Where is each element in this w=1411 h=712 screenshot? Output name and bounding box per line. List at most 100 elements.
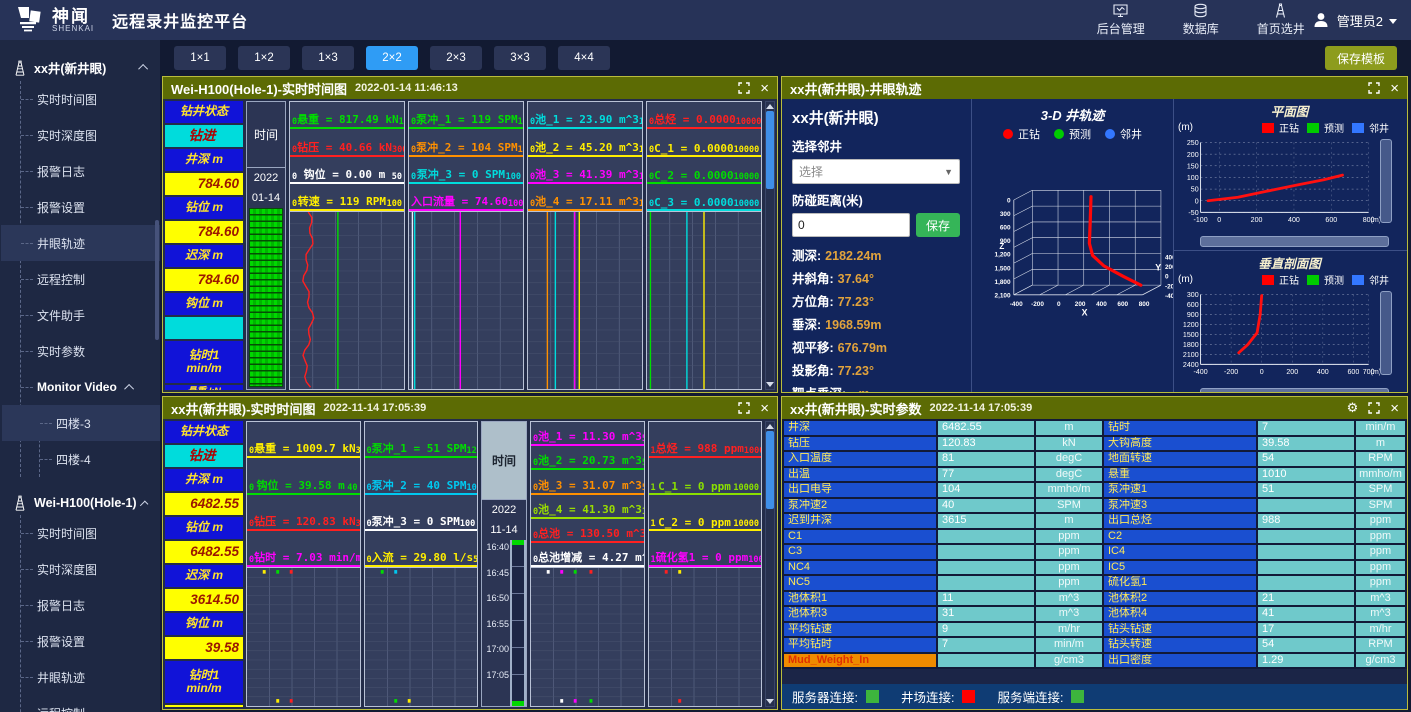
param-name: 钻头转速 <box>1104 638 1256 652</box>
curve-label: 池_3 = 31.07 m^3 <box>538 477 642 493</box>
layout-button-1x3[interactable]: 1×3 <box>302 46 354 70</box>
well-group-header[interactable]: Wei-H100(Hole-1) <box>0 491 160 515</box>
save-distance-button[interactable]: 保存 <box>916 213 960 237</box>
sidebar-item[interactable]: 远程控制 <box>21 695 160 712</box>
layout-button-3x3[interactable]: 3×3 <box>494 46 546 70</box>
well-group-header[interactable]: xx井(新井眼) <box>0 54 160 81</box>
sidebar-scrollbar[interactable] <box>155 220 159 340</box>
param-value: 120.83 <box>938 437 1034 451</box>
scroll-thumb[interactable] <box>766 431 774 509</box>
sidebar-item[interactable]: 实时时间图 <box>21 515 160 551</box>
layout-button-1x2[interactable]: 1×2 <box>238 46 290 70</box>
sidebar-item[interactable]: 文件助手 <box>21 297 160 333</box>
plan-vertical-scrollbar[interactable] <box>1380 139 1392 223</box>
param-name: C2 <box>1104 530 1256 544</box>
curve-label: 悬重 = 1009.7 kN <box>254 440 355 456</box>
expand-icon[interactable] <box>738 82 750 94</box>
curve-header: 0C_1 = 0.000010000 <box>647 129 761 156</box>
sidebar-item[interactable]: Monitor Video <box>21 369 160 405</box>
layout-button-4x4[interactable]: 4×4 <box>558 46 610 70</box>
scroll-down-icon[interactable] <box>766 382 774 387</box>
section-horizontal-scrollbar[interactable] <box>1200 388 1389 392</box>
svg-text:1,800: 1,800 <box>995 279 1011 286</box>
param-name: 出口密度 <box>1104 654 1256 668</box>
collision-distance-input[interactable] <box>792 213 910 237</box>
sidebar-item[interactable]: 井眼轨迹 <box>1 225 160 261</box>
param-value: 784.60 <box>165 173 243 195</box>
derrick-icon <box>12 60 28 76</box>
panel4-header: xx井(新井眼)-实时参数 2022-11-14 17:05:39 ⚙ × <box>782 397 1407 419</box>
curve-label: 钻压 = 40.66 kN <box>297 139 392 155</box>
sidebar-item[interactable]: 实时深度图 <box>21 551 160 587</box>
curve-label: 钻时 = 7.03 min/m <box>254 549 359 565</box>
scroll-down-icon[interactable] <box>766 699 774 704</box>
curve-header: 0池_4 = 17.11 m^3100 <box>528 184 642 211</box>
expand-icon[interactable] <box>738 402 750 414</box>
legend-swatch <box>1307 275 1319 285</box>
scroll-thumb[interactable] <box>766 111 774 189</box>
curve-max: 10000 <box>734 199 760 209</box>
realtime-param-table: 井深6482.55m钻时7min/m钻压120.83kN大钩高度39.58m入口… <box>782 419 1407 669</box>
panel3-time-column: 时间 2022 11-14 16:4016:4516:5016:5517:001… <box>481 421 527 707</box>
panel3-header: xx井(新井眼)-实时时间图 2022-11-14 17:05:39 × <box>163 397 777 419</box>
plan-horizontal-scrollbar[interactable] <box>1200 236 1389 247</box>
close-icon[interactable]: × <box>1390 401 1399 416</box>
close-icon[interactable]: × <box>760 401 769 416</box>
layout-button-2x3[interactable]: 2×3 <box>430 46 482 70</box>
save-template-button[interactable]: 保存模板 <box>1325 46 1397 70</box>
neighbor-select[interactable]: 选择 ▼ <box>792 159 960 184</box>
sidebar-item[interactable]: 四楼-3 <box>2 405 160 441</box>
expand-icon[interactable] <box>1368 82 1380 94</box>
sidebar-item[interactable]: 报警日志 <box>21 587 160 623</box>
curve-max: 100 <box>639 117 642 127</box>
param-name: 地面转速 <box>1104 452 1256 466</box>
layout-button-1x1[interactable]: 1×1 <box>174 46 226 70</box>
svg-text:600: 600 <box>1347 368 1359 376</box>
svg-text:150: 150 <box>1187 162 1199 170</box>
legend-item: 预测 <box>1307 272 1344 287</box>
panel3-param-column: 钻井状态钻进井深 m6482.55钻位 m6482.55迟深 m3614.50钩… <box>165 421 243 707</box>
panel3-scrollbar[interactable] <box>765 421 775 707</box>
sidebar-item[interactable]: 实时参数 <box>21 333 160 369</box>
curve-header: 0钻时 = 7.03 min/m200 <box>247 531 360 567</box>
sidebar-item[interactable]: 远程控制 <box>21 261 160 297</box>
user-menu[interactable]: 管理员2 <box>1311 10 1397 30</box>
sidebar-item[interactable]: 实时深度图 <box>21 117 160 153</box>
chevron-down-icon: ▼ <box>944 167 953 177</box>
expand-icon[interactable] <box>1368 402 1380 414</box>
collision-distance-label: 防碰距离(米) <box>792 190 961 209</box>
layout-button-2x2[interactable]: 2×2 <box>366 46 418 70</box>
gear-icon[interactable]: ⚙ <box>1347 400 1359 416</box>
sidebar-item[interactable]: 实时时间图 <box>21 81 160 117</box>
param-name: Mud_Weight_In <box>784 654 936 668</box>
legend-swatch <box>1262 275 1274 285</box>
sidebar-item[interactable]: 报警设置 <box>21 189 160 225</box>
sidebar-item[interactable]: 四楼-4 <box>40 441 160 477</box>
scroll-up-icon[interactable] <box>766 104 774 109</box>
scroll-up-icon[interactable] <box>766 424 774 429</box>
close-icon[interactable]: × <box>760 81 769 96</box>
close-icon[interactable]: × <box>1390 81 1399 96</box>
curve-label: 转速 = 119 RPM <box>297 193 387 209</box>
curve-label: 池_4 = 41.30 m^3 <box>538 501 642 517</box>
panel1-scrollbar[interactable] <box>765 101 775 390</box>
sidebar-item-label: 井眼轨迹 <box>37 669 85 686</box>
sidebar-item[interactable]: 井眼轨迹 <box>21 659 160 695</box>
chart-track: 0悬重 = 817.49 kN10000钻压 = 40.66 kN3000钩位 … <box>289 101 405 390</box>
neighbor-select-label: 选择邻井 <box>792 136 961 155</box>
header-nav-admin-console[interactable]: 后台管理 <box>1097 3 1145 37</box>
curve-max: 50 <box>473 555 477 565</box>
plan-view-title: 平面图 <box>1176 101 1403 120</box>
header-nav-derrick[interactable]: 首页选井 <box>1257 3 1305 37</box>
panel4-timestamp: 2022-11-14 17:05:39 <box>929 402 1032 414</box>
panel2-body: xx井(新井眼) 选择邻井 选择 ▼ 防碰距离(米) 保存 测深:2182.24… <box>782 99 1407 392</box>
header-nav-database[interactable]: 数据库 <box>1183 3 1219 37</box>
param-name: NC4 <box>784 561 936 575</box>
sidebar-item[interactable]: 报警日志 <box>21 153 160 189</box>
panel1-body: 钻井状态钻进井深 m784.60钻位 m784.60迟深 m784.60钩位 m… <box>163 99 777 392</box>
curve-header: 0C_2 = 0.000010000 <box>647 157 761 184</box>
curve-max: 50 <box>642 458 644 468</box>
section-vertical-scrollbar[interactable] <box>1380 291 1392 375</box>
sidebar-item[interactable]: 报警设置 <box>21 623 160 659</box>
user-icon <box>1311 10 1331 30</box>
